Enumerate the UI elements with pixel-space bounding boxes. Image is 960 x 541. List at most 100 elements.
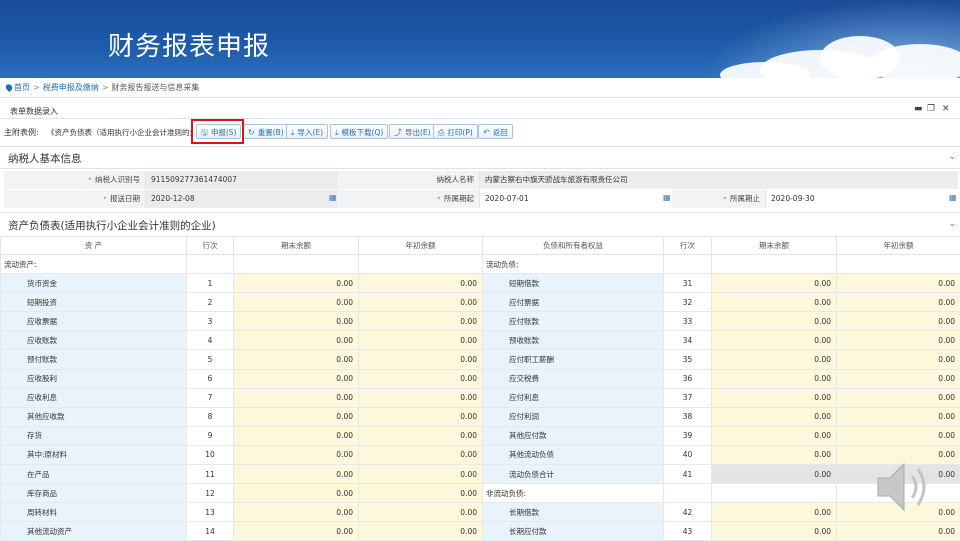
table-row: 应收票据30.000.00应付账款330.000.00 — [1, 312, 960, 331]
period-end-field[interactable]: 2020-09-30 — [766, 190, 958, 208]
close-icon[interactable]: ✕ — [942, 104, 950, 114]
table-row: 应收利息70.000.00应付利息370.000.00 — [1, 388, 960, 407]
asset-ending-balance-cell[interactable]: 0.00 — [234, 312, 359, 331]
asset-beginning-balance-cell[interactable]: 0.00 — [359, 445, 483, 464]
liability-beginning-balance-cell[interactable]: 0.00 — [837, 331, 960, 350]
attach-table-select[interactable]: 《资产负债表（适用执行小企业会计准则的企业）》 — [44, 124, 192, 139]
asset-row-number-cell: 13 — [187, 503, 234, 522]
asset-beginning-balance-cell[interactable]: 0.00 — [359, 312, 483, 331]
export-button[interactable]: ⤴导出(E) — [389, 124, 436, 139]
asset-ending-balance-cell[interactable]: 0.00 — [234, 465, 359, 484]
asset-beginning-balance-cell[interactable]: 0.00 — [359, 369, 483, 388]
asset-ending-balance-cell[interactable]: 0.00 — [234, 484, 359, 503]
chevron-down-icon[interactable]: ⌄ — [948, 219, 956, 229]
divider — [0, 212, 960, 213]
liability-beginning-balance-cell[interactable]: 0.00 — [837, 369, 960, 388]
asset-beginning-balance-cell[interactable]: 0.00 — [359, 350, 483, 369]
reset-button[interactable]: ↻重置(B) — [243, 124, 289, 139]
liability-name-cell: 预收账款 — [483, 331, 664, 350]
calendar-icon[interactable]: ▦ — [329, 193, 337, 202]
liability-row-number-cell: 36 — [664, 369, 712, 388]
liability-beginning-balance-cell[interactable]: 0.00 — [837, 388, 960, 407]
asset-ending-balance-cell[interactable]: 0.00 — [234, 350, 359, 369]
asset-ending-balance-cell[interactable]: 0.00 — [234, 407, 359, 426]
liability-ending-balance-cell[interactable]: 0.00 — [712, 274, 837, 293]
minimize-icon[interactable]: ▬ — [914, 104, 923, 114]
liability-beginning-balance-cell[interactable]: 0.00 — [837, 274, 960, 293]
period-start-field[interactable]: 2020-07-01 — [480, 190, 672, 208]
asset-row-number-cell: 14 — [187, 522, 234, 541]
liability-ending-balance-cell[interactable]: 0.00 — [712, 369, 837, 388]
liability-ending-balance-cell[interactable]: 0.00 — [712, 388, 837, 407]
asset-ending-balance-cell[interactable]: 0.00 — [234, 369, 359, 388]
asset-ending-balance-cell[interactable]: 0.00 — [234, 445, 359, 464]
asset-beginning-balance-cell[interactable]: 0.00 — [359, 503, 483, 522]
print-button[interactable]: ⎙打印(P) — [433, 124, 478, 139]
table-row: 货币资金10.000.00短期借款310.000.00 — [1, 274, 960, 293]
asset-ending-balance-cell[interactable]: 0.00 — [234, 522, 359, 541]
back-button-label: 返回 — [493, 128, 508, 137]
asset-ending-balance-cell[interactable]: 0.00 — [234, 388, 359, 407]
import-icon: ⤓ — [291, 128, 295, 138]
taxpayer-section-title: 纳税人基本信息 — [8, 151, 82, 166]
column-header: 行次 — [664, 237, 712, 255]
asset-beginning-balance-cell[interactable]: 0.00 — [359, 293, 483, 312]
asset-ending-balance-cell[interactable]: 0.00 — [234, 293, 359, 312]
asset-beginning-balance-cell[interactable]: 0.00 — [359, 407, 483, 426]
asset-beginning-balance-cell[interactable]: 0.00 — [359, 465, 483, 484]
template-download-button[interactable]: ⤓模板下载(Q) — [330, 124, 388, 139]
breadcrumb: 首页>税费申报及缴纳>财务报告报送与信息采集 — [6, 82, 199, 93]
slide-banner: 财务报表申报 — [0, 0, 960, 78]
asset-beginning-balance-cell[interactable]: 0.00 — [359, 388, 483, 407]
liability-ending-balance-cell[interactable]: 0.00 — [712, 312, 837, 331]
liability-ending-balance-cell[interactable]: 0.00 — [712, 522, 837, 541]
liability-beginning-balance-cell[interactable]: 0.00 — [837, 312, 960, 331]
liability-ending-balance-cell[interactable]: 0.00 — [712, 426, 837, 445]
restore-icon[interactable]: ❐ — [927, 104, 935, 114]
liability-name-cell: 应付利润 — [483, 407, 664, 426]
liability-beginning-balance-cell[interactable]: 0.00 — [837, 350, 960, 369]
asset-ending-balance-cell[interactable]: 0.00 — [234, 426, 359, 445]
liability-row-number-cell: 43 — [664, 522, 712, 541]
asset-beginning-balance-cell[interactable]: 0.00 — [359, 484, 483, 503]
calendar-icon[interactable]: ▦ — [949, 193, 957, 202]
speaker-icon[interactable] — [874, 458, 934, 516]
asset-ending-balance-cell[interactable]: 0.00 — [234, 503, 359, 522]
liability-ending-balance-cell[interactable]: 0.00 — [712, 293, 837, 312]
asset-beginning-balance-cell[interactable]: 0.00 — [359, 274, 483, 293]
liability-name-cell: 应付利息 — [483, 388, 664, 407]
back-button[interactable]: ↶返回 — [478, 124, 513, 139]
asset-beginning-balance-cell[interactable]: 0.00 — [359, 331, 483, 350]
asset-beginning-balance-cell[interactable]: 0.00 — [359, 426, 483, 445]
chevron-down-icon[interactable]: ⌄ — [948, 152, 956, 162]
required-star-icon: • — [723, 194, 727, 203]
balance-sheet-section-title: 资产负债表(适用执行小企业会计准则的企业) — [8, 218, 216, 233]
column-header: 负债和所有者权益 — [483, 237, 664, 255]
liability-ending-balance-cell[interactable]: 0.00 — [712, 445, 837, 464]
breadcrumb-home[interactable]: 首页 — [14, 83, 30, 92]
table-row: 库存商品120.000.00非流动负债: — [1, 484, 960, 503]
report-date-field[interactable]: 2020-12-08 — [146, 190, 338, 208]
liability-beginning-balance-cell[interactable]: 0.00 — [837, 426, 960, 445]
download-icon: ⤓ — [335, 128, 339, 138]
liability-ending-balance-cell[interactable]: 0.00 — [712, 350, 837, 369]
asset-beginning-balance-cell[interactable]: 0.00 — [359, 522, 483, 541]
calendar-icon[interactable]: ▦ — [663, 193, 671, 202]
asset-ending-balance-cell[interactable]: 0.00 — [234, 274, 359, 293]
liability-row-number-cell: 37 — [664, 388, 712, 407]
liability-beginning-balance-cell[interactable]: 0.00 — [837, 407, 960, 426]
liability-row-number-cell: 38 — [664, 407, 712, 426]
liability-beginning-balance-cell[interactable]: 0.00 — [837, 522, 960, 541]
liability-ending-balance-cell[interactable]: 0.00 — [712, 331, 837, 350]
liability-name-cell: 流动负债合计 — [483, 465, 664, 484]
liability-beginning-balance-cell[interactable]: 0.00 — [837, 293, 960, 312]
import-button[interactable]: ⤓导入(E) — [286, 124, 328, 139]
asset-ending-balance-cell[interactable]: 0.00 — [234, 331, 359, 350]
required-star-icon: • — [437, 194, 441, 203]
breadcrumb-level1[interactable]: 税费申报及缴纳 — [43, 83, 99, 92]
liability-ending-balance-cell[interactable]: 0.00 — [712, 407, 837, 426]
table-row: 其他流动资产140.000.00长期应付款430.000.00 — [1, 522, 960, 541]
slide-title: 财务报表申报 — [108, 26, 270, 63]
liability-ending-balance-cell[interactable]: 0.00 — [712, 503, 837, 522]
liability-name-cell: 应付职工薪酬 — [483, 350, 664, 369]
